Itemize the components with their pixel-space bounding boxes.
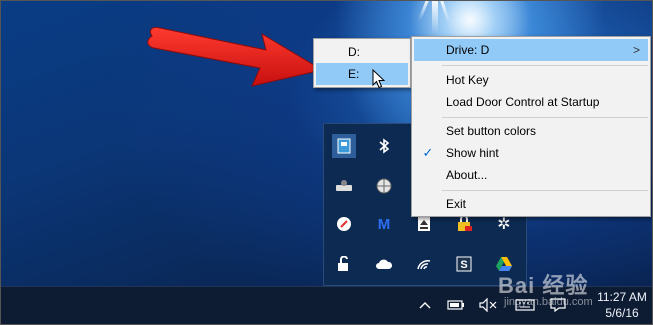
keyboard-icon[interactable] <box>514 295 536 315</box>
battery-icon[interactable] <box>446 295 466 315</box>
menu-item-label: Exit <box>446 197 467 211</box>
menu-item-drive[interactable]: Drive: D > <box>414 39 648 61</box>
bluetooth-icon[interactable] <box>372 134 396 158</box>
menu-item-label: Drive: D <box>446 43 490 57</box>
menu-item-label: Hot Key <box>446 73 489 87</box>
unlock-icon[interactable] <box>332 252 356 276</box>
mouse-cursor-icon <box>372 69 386 89</box>
wifi-icon[interactable] <box>412 252 436 276</box>
taskbar-clock[interactable]: 11:27 AM 5/6/16 <box>596 289 648 321</box>
usb-drive-icon[interactable] <box>332 174 356 198</box>
menu-item-set-button-colors[interactable]: Set button colors <box>412 120 650 142</box>
door-control-context-menu: Drive: D > Hot Key Load Door Control at … <box>411 36 651 217</box>
menu-item-label: Set button colors <box>446 124 537 138</box>
menu-item-about[interactable]: About... <box>412 164 650 186</box>
sync-s-icon[interactable]: S <box>452 252 476 276</box>
light-ray <box>432 0 438 34</box>
pin-icon[interactable] <box>332 212 356 236</box>
clock-time: 11:27 AM <box>597 290 647 304</box>
drive-option-label: D: <box>348 45 360 59</box>
menu-item-label: About... <box>446 168 488 182</box>
menu-item-show-hint[interactable]: ✓ Show hint <box>412 142 650 164</box>
malwarebytes-icon[interactable]: M <box>372 212 396 236</box>
volume-muted-icon[interactable] <box>478 295 498 315</box>
red-annotation-arrow <box>147 27 324 87</box>
show-hidden-icons-chevron-icon[interactable] <box>416 295 434 315</box>
checkmark-icon: ✓ <box>422 145 434 160</box>
drive-option-e[interactable]: E: <box>316 63 408 85</box>
drive-submenu: D: E: <box>313 38 411 88</box>
taskbar: 11:27 AM 5/6/16 <box>0 286 653 325</box>
menu-separator <box>442 117 648 118</box>
network-globe-icon[interactable] <box>372 174 396 198</box>
menu-item-exit[interactable]: Exit <box>412 193 650 215</box>
menu-item-hot-key[interactable]: Hot Key <box>412 69 650 91</box>
drive-option-d[interactable]: D: <box>314 41 410 63</box>
drive-option-label: E: <box>348 67 360 81</box>
onedrive-icon[interactable] <box>372 252 396 276</box>
menu-item-label: Load Door Control at Startup <box>446 95 600 109</box>
submenu-arrow-icon: > <box>632 43 640 57</box>
google-drive-icon[interactable] <box>492 252 516 276</box>
svg-text:S: S <box>460 259 467 271</box>
menu-separator <box>442 190 648 191</box>
menu-item-load-at-startup[interactable]: Load Door Control at Startup <box>412 91 650 113</box>
door-control-icon[interactable] <box>332 134 356 158</box>
clock-date: 5/6/16 <box>605 306 639 320</box>
menu-separator <box>442 65 648 66</box>
action-center-icon[interactable] <box>548 295 568 315</box>
menu-item-label: Show hint <box>446 146 499 160</box>
